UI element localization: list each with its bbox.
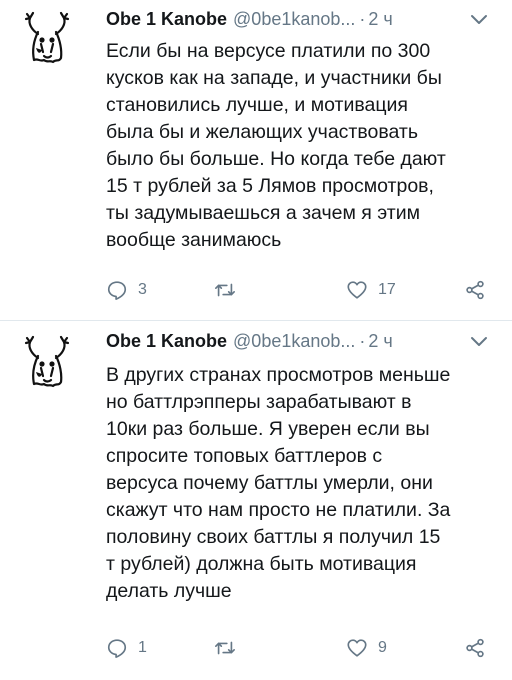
tweet-timestamp[interactable]: 2 ч bbox=[368, 9, 392, 29]
reply-button[interactable]: 3 bbox=[106, 277, 147, 303]
reply-count: 1 bbox=[138, 639, 147, 656]
tweet-feed: Obe 1 Kanobe @0be1kanob... · 2 ч Если бы на… bbox=[0, 0, 512, 680]
tweet-text-line: но баттлрэпперы зарабатывают в bbox=[106, 391, 412, 413]
like-button[interactable]: 17 bbox=[346, 277, 396, 303]
like-button[interactable]: 9 bbox=[346, 635, 387, 661]
tweet-text-line: 10ки раз больше. Я уверен если вы bbox=[106, 418, 430, 440]
tweet-text-line: кусков как на западе, и участники бы bbox=[106, 67, 442, 89]
tweet-text-line: спросите топовых баттлеров с bbox=[106, 445, 383, 467]
tweet-text-line: скажут что нам просто не платили. За bbox=[106, 499, 451, 521]
tweet-text-line: т рублей) должна быть мотивация bbox=[106, 553, 417, 575]
separator-dot: · bbox=[359, 9, 366, 29]
retweet-button[interactable] bbox=[214, 635, 236, 661]
tweet-text-line: становились лучше, и мотивация bbox=[106, 94, 408, 116]
tweet-text-line: вообще занимаюсь bbox=[106, 229, 282, 251]
ghost-avatar-icon bbox=[24, 335, 70, 388]
tweet-text-line: делать лучше bbox=[106, 580, 232, 602]
tweet-text-line: половину своих баттлы я получил 15 bbox=[106, 526, 441, 548]
tweet-text: В других странах просмотров меньше но ба… bbox=[106, 362, 498, 605]
avatar[interactable] bbox=[16, 334, 78, 396]
ghost-avatar-icon bbox=[24, 11, 70, 64]
reply-icon bbox=[107, 281, 127, 300]
share-icon bbox=[466, 638, 484, 658]
tweet-actions: 3 17 bbox=[106, 277, 498, 303]
reply-button[interactable]: 1 bbox=[106, 635, 147, 661]
tweet-text-line: версуса почему баттлы умерли, они bbox=[106, 472, 433, 494]
reply-count: 3 bbox=[138, 281, 147, 298]
share-icon bbox=[466, 280, 484, 300]
tweet[interactable]: Obe 1 Kanobe @0be1kanob... · 2 ч В других с… bbox=[0, 320, 512, 680]
retweet-button[interactable] bbox=[214, 277, 236, 303]
share-button[interactable] bbox=[464, 635, 486, 661]
tweet-header: Obe 1 Kanobe @0be1kanob... · 2 ч bbox=[106, 328, 393, 354]
chevron-down-icon[interactable] bbox=[470, 13, 488, 25]
tweet-text-line: ты задумываешься а зачем я этим bbox=[106, 202, 421, 224]
tweet-text-line: Если бы на версусе платили по 300 bbox=[106, 40, 431, 62]
tweet-text: Если бы на версусе платили по 300 кусков… bbox=[106, 38, 498, 254]
author-handle[interactable]: @0be1kanob... bbox=[233, 331, 355, 351]
author-name[interactable]: Obe 1 Kanobe bbox=[106, 9, 227, 29]
tweet-text-line: 15 т рублей за 5 Лямов просмотров, bbox=[106, 175, 434, 197]
retweet-icon bbox=[215, 283, 235, 297]
like-count: 9 bbox=[378, 639, 387, 656]
chevron-down-icon[interactable] bbox=[470, 335, 488, 347]
share-button[interactable] bbox=[464, 277, 486, 303]
tweet-text-line: была бы и желающих участвовать bbox=[106, 121, 418, 143]
heart-icon bbox=[347, 639, 367, 657]
retweet-icon bbox=[215, 641, 235, 655]
tweet-actions: 1 9 bbox=[106, 635, 498, 661]
tweet[interactable]: Obe 1 Kanobe @0be1kanob... · 2 ч Если бы на… bbox=[0, 0, 512, 320]
like-count: 17 bbox=[378, 281, 396, 298]
tweet-header: Obe 1 Kanobe @0be1kanob... · 2 ч bbox=[106, 6, 393, 32]
tweet-text-line: В других странах просмотров меньше bbox=[106, 364, 451, 386]
separator-dot: · bbox=[359, 331, 366, 351]
tweet-text-line: было бы больше. Но когда тебе дают bbox=[106, 148, 446, 170]
author-name[interactable]: Obe 1 Kanobe bbox=[106, 331, 227, 351]
author-handle[interactable]: @0be1kanob... bbox=[233, 9, 355, 29]
tweet-timestamp[interactable]: 2 ч bbox=[368, 331, 392, 351]
reply-icon bbox=[107, 639, 127, 658]
heart-icon bbox=[347, 281, 367, 299]
avatar[interactable] bbox=[16, 10, 78, 72]
